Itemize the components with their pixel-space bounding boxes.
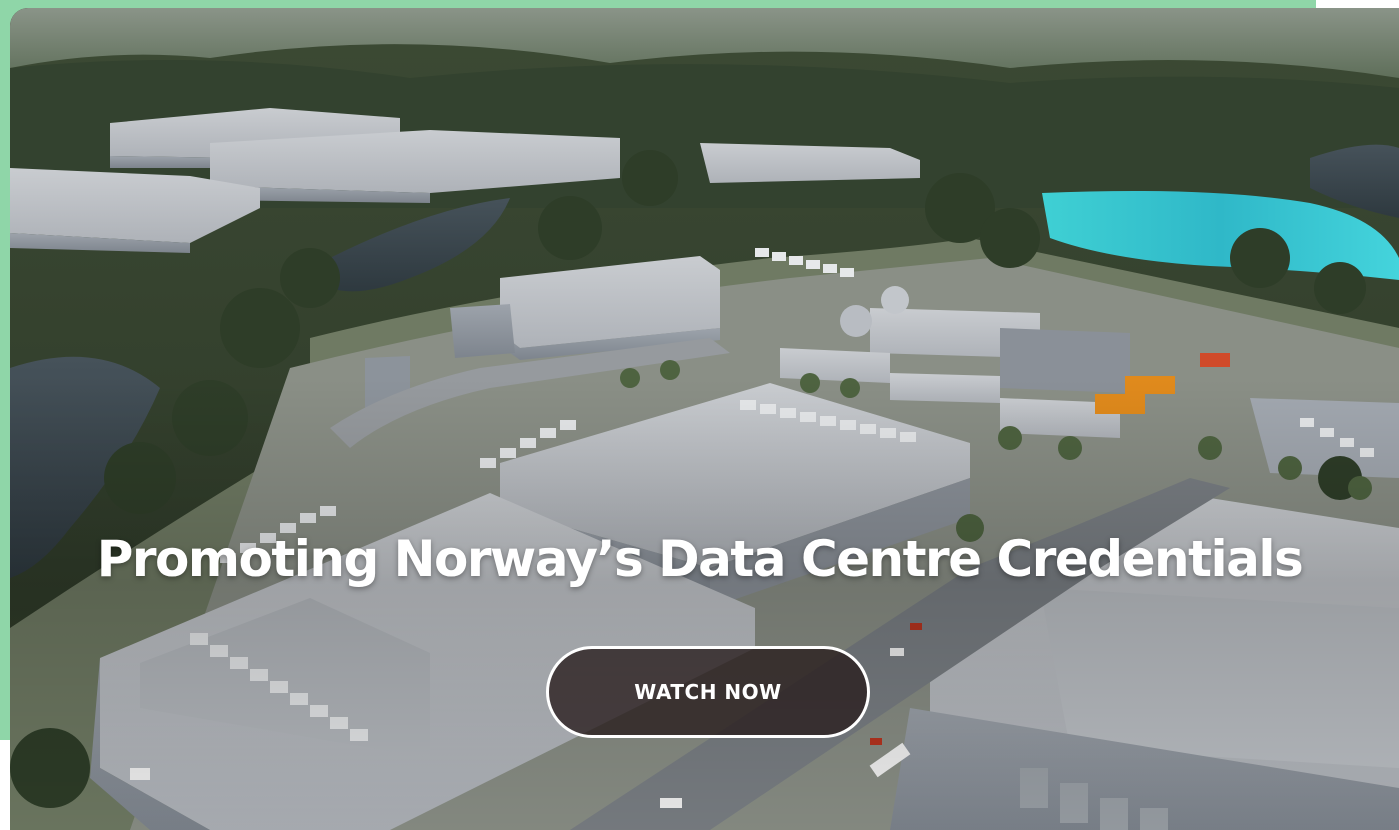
hero-title: Promoting Norway’s Data Centre Credentia…: [96, 530, 1304, 588]
watch-now-button[interactable]: WATCH NOW: [546, 646, 870, 738]
